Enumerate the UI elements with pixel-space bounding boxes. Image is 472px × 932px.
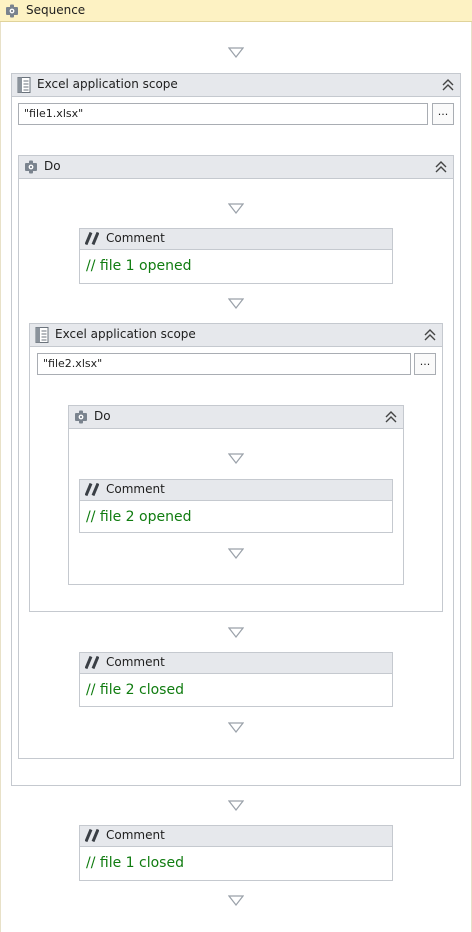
browse-button-1[interactable]: ... [432,103,454,125]
comment-header[interactable]: Comment [80,229,392,250]
workbook-path-input-2[interactable]: "file2.xlsx" [37,353,411,375]
comment-header[interactable]: Comment [80,653,392,674]
sequence-icon [5,4,19,18]
excel-scope-header-1[interactable]: Excel application scope [12,74,460,97]
comment-header[interactable]: Comment [80,826,392,847]
drop-arrow-icon[interactable] [228,298,244,309]
do-title-2: Do [94,409,111,423]
sequence-header[interactable]: Sequence [0,0,472,22]
comment-icon [85,829,99,842]
comment-header[interactable]: Comment [80,480,392,501]
comment-text[interactable]: // file 1 opened [86,258,191,274]
comment-icon [85,656,99,669]
collapse-icon[interactable] [435,160,447,174]
sequence-title: Sequence [26,3,86,17]
drop-arrow-icon[interactable] [228,895,244,906]
workbook-path-input-1[interactable]: "file1.xlsx" [18,103,428,125]
comment-title: Comment [106,482,165,496]
comment-text[interactable]: // file 2 closed [86,682,184,698]
collapse-icon[interactable] [385,410,397,424]
excel-scope-icon [17,77,31,93]
drop-arrow-icon[interactable] [228,800,244,811]
comment-activity-1[interactable]: Comment // file 1 opened [79,228,393,284]
comment-title: Comment [106,655,165,669]
comment-text[interactable]: // file 1 closed [86,855,184,871]
browse-button-2[interactable]: ... [414,353,436,375]
comment-icon [85,232,99,245]
do-header-2[interactable]: Do [69,406,403,429]
drop-arrow-icon[interactable] [228,47,244,58]
drop-arrow-icon[interactable] [228,453,244,464]
comment-activity-2[interactable]: Comment // file 2 opened [79,479,393,533]
comment-title: Comment [106,828,165,842]
do-icon [24,160,38,174]
collapse-icon[interactable] [442,78,454,92]
drop-arrow-icon[interactable] [228,548,244,559]
comment-icon [85,483,99,496]
drop-arrow-icon[interactable] [228,627,244,638]
do-header-1[interactable]: Do [19,156,453,179]
excel-scope-title-2: Excel application scope [55,327,196,341]
collapse-icon[interactable] [424,328,436,342]
comment-text[interactable]: // file 2 opened [86,509,191,525]
excel-scope-title-1: Excel application scope [37,77,178,91]
do-icon [74,410,88,424]
excel-scope-header-2[interactable]: Excel application scope [30,324,442,347]
comment-activity-3[interactable]: Comment // file 2 closed [79,652,393,707]
do-title-1: Do [44,159,61,173]
drop-arrow-icon[interactable] [228,203,244,214]
excel-scope-icon [35,327,49,343]
comment-title: Comment [106,231,165,245]
drop-arrow-icon[interactable] [228,722,244,733]
comment-activity-4[interactable]: Comment // file 1 closed [79,825,393,881]
